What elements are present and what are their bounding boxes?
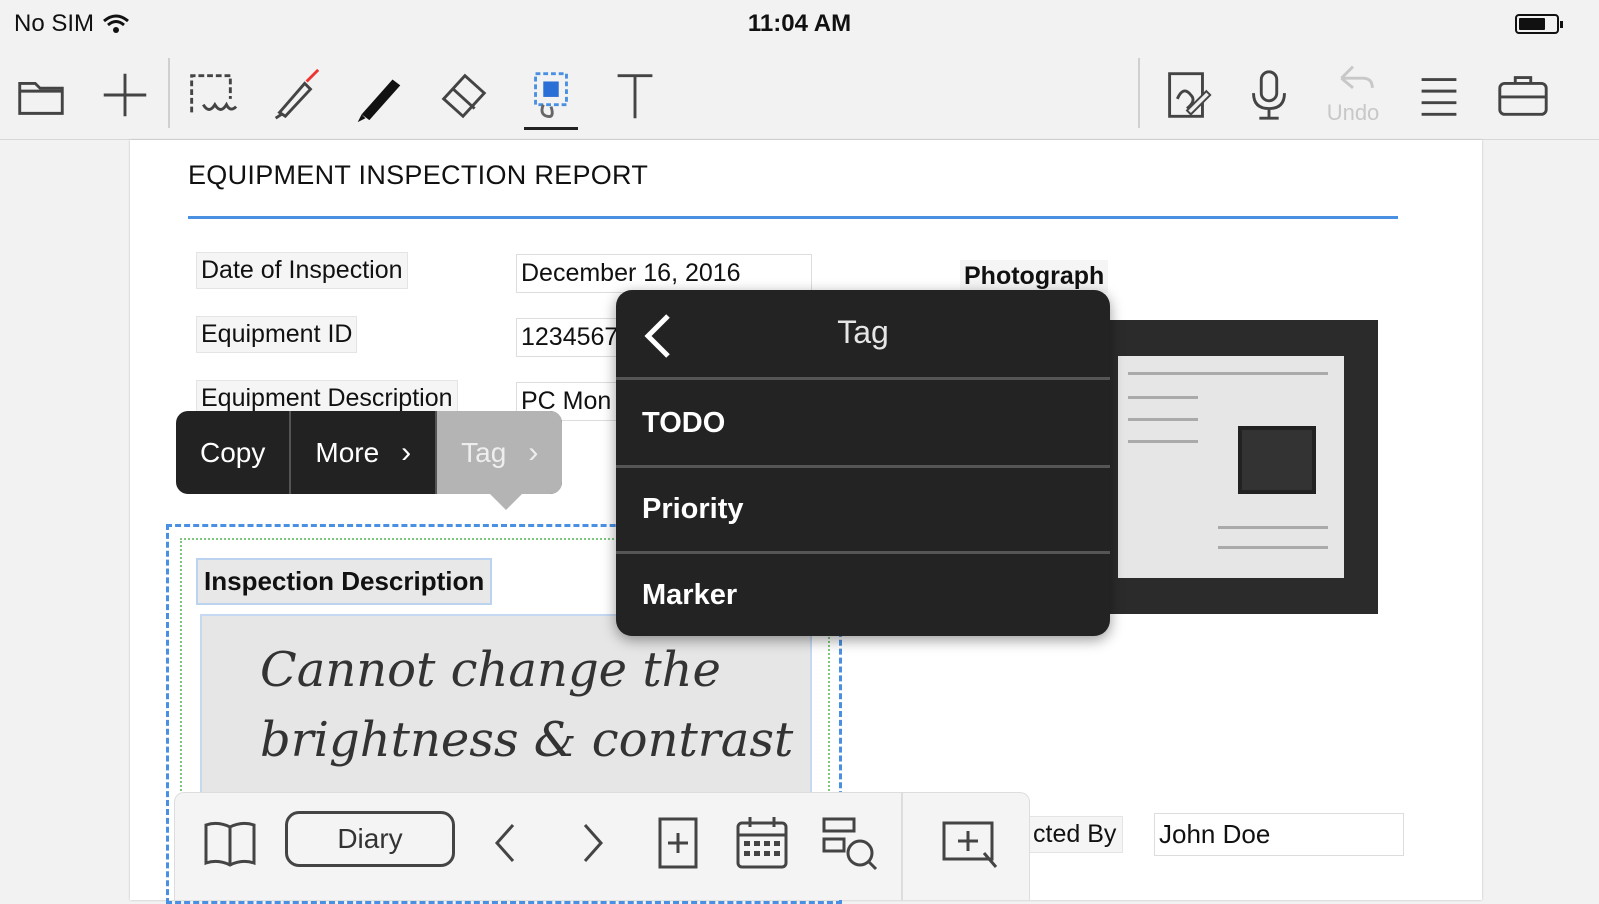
handwriting-ink: Cannot change the brightness & contrast xyxy=(260,642,794,768)
tag-priority-item[interactable]: Priority xyxy=(616,468,1110,550)
plus-icon[interactable] xyxy=(92,58,158,132)
more-menu-item[interactable]: More › xyxy=(291,411,438,494)
diary-button[interactable]: Diary xyxy=(285,811,455,867)
microphone-icon[interactable] xyxy=(1236,58,1302,132)
folder-icon[interactable] xyxy=(8,58,74,132)
status-bar: No SIM 11:04 AM xyxy=(0,0,1599,50)
book-icon[interactable] xyxy=(195,803,265,883)
handwriting-line-2: brightness & contrast xyxy=(260,712,794,768)
eraser-icon[interactable] xyxy=(430,58,496,132)
highlighter-icon[interactable] xyxy=(262,58,328,132)
lasso-select-icon[interactable] xyxy=(178,58,244,132)
handwriting-box[interactable]: Cannot change the brightness & contrast xyxy=(200,614,812,796)
tag-submenu: Tag TODO Priority Marker xyxy=(616,290,1110,636)
submenu-title: Tag xyxy=(837,314,889,350)
undo-label: Undo xyxy=(1326,100,1380,125)
inspection-photo[interactable] xyxy=(1108,320,1378,614)
clock: 11:04 AM xyxy=(747,10,852,37)
date-field[interactable]: December 16, 2016 xyxy=(516,254,812,293)
prev-page-icon[interactable] xyxy=(475,803,535,883)
inspected-by-label: cted By xyxy=(1026,816,1124,853)
toolbar-divider-right xyxy=(1138,58,1140,128)
context-menu: Copy More › Tag › xyxy=(176,411,563,494)
calendar-icon[interactable] xyxy=(727,803,797,883)
date-label: Date of Inspection xyxy=(196,252,408,289)
search-list-icon[interactable] xyxy=(813,803,887,883)
pen-icon[interactable] xyxy=(346,58,412,132)
more-label: More xyxy=(315,436,380,468)
toolbar-divider xyxy=(168,58,170,128)
title-divider xyxy=(188,216,1398,219)
chevron-right-icon: › xyxy=(401,435,412,469)
zoom-box-icon[interactable] xyxy=(935,803,1005,883)
tag-marker-item[interactable]: Marker xyxy=(616,554,1110,636)
chevron-right-icon: › xyxy=(528,435,539,469)
inspection-description-label: Inspection Description xyxy=(196,558,493,605)
inspected-by-field[interactable]: John Doe xyxy=(1154,813,1404,856)
shape-select-icon[interactable] xyxy=(518,58,584,132)
toolbox-icon[interactable] xyxy=(1490,58,1556,132)
text-icon[interactable] xyxy=(602,58,668,132)
photo-screen xyxy=(1118,356,1344,578)
tag-todo-item[interactable]: TODO xyxy=(616,382,1110,464)
next-page-icon[interactable] xyxy=(563,803,623,883)
handwriting-convert-icon[interactable] xyxy=(1154,58,1220,132)
bottom-toolbar: Diary xyxy=(174,792,1030,901)
submenu-header: Tag xyxy=(616,290,1110,380)
battery-icon xyxy=(1515,14,1563,34)
copy-label: Copy xyxy=(200,436,266,468)
context-menu-pointer xyxy=(490,494,522,510)
bottom-divider xyxy=(901,793,903,901)
tag-label: Tag xyxy=(461,436,507,468)
copy-menu-item[interactable]: Copy xyxy=(176,411,292,494)
main-toolbar: Undo xyxy=(0,50,1599,140)
document-title: EQUIPMENT INSPECTION REPORT xyxy=(188,160,649,190)
add-page-icon[interactable] xyxy=(645,803,711,883)
tag-menu-item[interactable]: Tag › xyxy=(437,411,563,494)
photograph-label: Photograph xyxy=(960,260,1109,293)
handwriting-line-1: Cannot change the xyxy=(260,642,721,698)
list-menu-icon[interactable] xyxy=(1406,58,1472,132)
equipment-id-label: Equipment ID xyxy=(196,316,358,353)
undo-button[interactable]: Undo xyxy=(1320,58,1386,132)
